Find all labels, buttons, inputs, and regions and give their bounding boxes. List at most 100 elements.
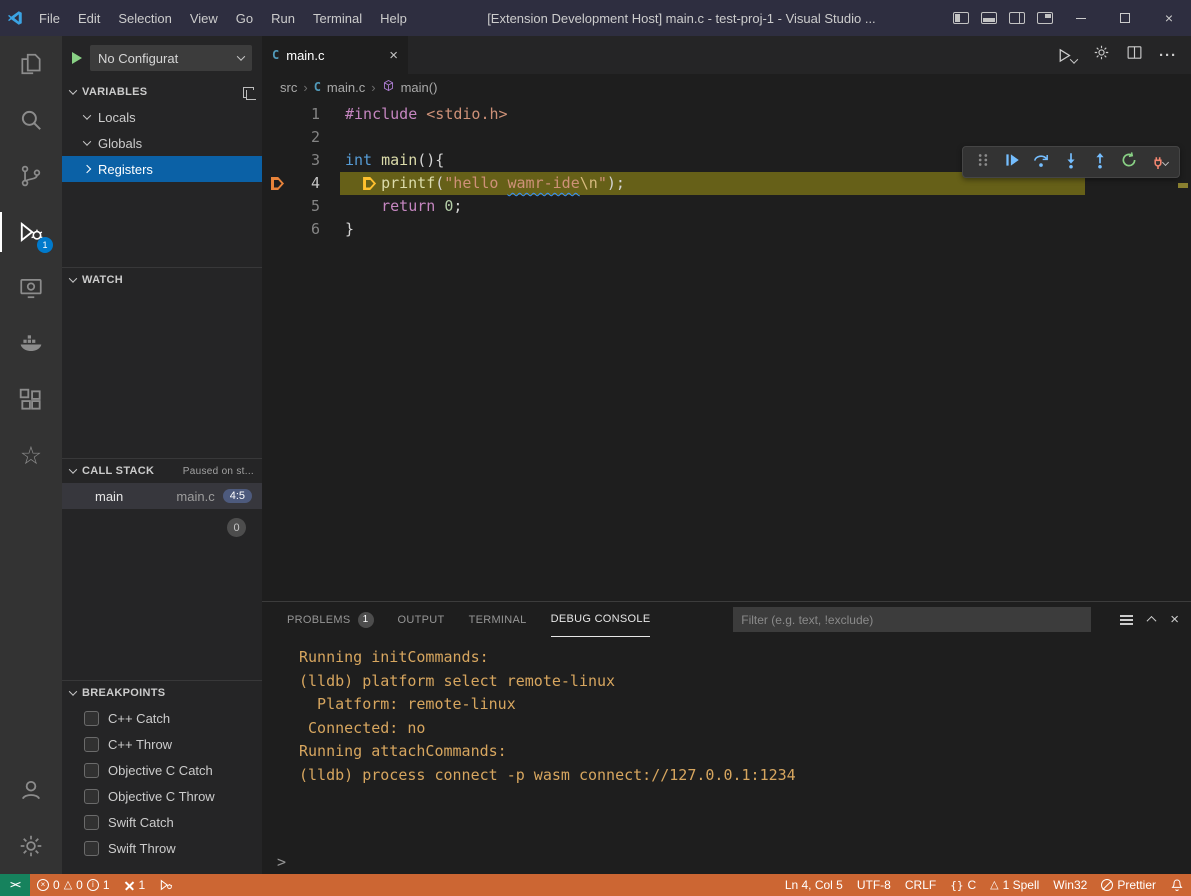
tab-debug-console[interactable]: DEBUG CONSOLE	[551, 602, 651, 637]
encoding-indicator[interactable]: UTF-8	[850, 874, 898, 896]
tab-output[interactable]: OUTPUT	[398, 602, 445, 637]
menu-run[interactable]: Run	[262, 0, 304, 36]
checkbox[interactable]	[84, 763, 99, 778]
settings-gear-icon[interactable]	[0, 818, 62, 874]
code-editor[interactable]: 1 #include <stdio.h> 2 3 int main(){	[262, 100, 1191, 601]
problems-count-badge: 1	[358, 612, 374, 628]
collapse-all-icon[interactable]	[243, 87, 254, 98]
stack-frame-row[interactable]: main main.c 4:5	[62, 483, 262, 509]
breakpoint-margin[interactable]	[262, 126, 292, 149]
menu-terminal[interactable]: Terminal	[304, 0, 371, 36]
debug-session-indicator[interactable]	[152, 874, 180, 896]
breakpoint-row[interactable]: Swift Throw	[62, 835, 262, 861]
checkbox[interactable]	[84, 815, 99, 830]
watch-title: WATCH	[82, 274, 123, 286]
breakpoint-label: Objective C Throw	[108, 789, 215, 804]
toggle-secondary-sidebar-icon[interactable]	[1009, 12, 1025, 24]
breakpoint-row[interactable]: C++ Catch	[62, 705, 262, 731]
variables-item-locals[interactable]: Locals	[62, 104, 262, 130]
menu-help[interactable]: Help	[371, 0, 416, 36]
checkbox[interactable]	[84, 737, 99, 752]
activity-bar-spacer	[0, 484, 62, 762]
close-button[interactable]: ×	[1147, 0, 1191, 36]
call-stack-header[interactable]: CALL STACK Paused on st...	[62, 459, 262, 483]
menu-go[interactable]: Go	[227, 0, 262, 36]
launch-config-dropdown[interactable]: No Configurat	[90, 45, 252, 71]
step-out-icon[interactable]	[1091, 151, 1109, 174]
variables-header[interactable]: VARIABLES	[62, 80, 262, 104]
platform-indicator[interactable]: Win32	[1046, 874, 1094, 896]
clear-console-icon[interactable]	[1120, 619, 1133, 621]
search-icon[interactable]	[0, 92, 62, 148]
continue-icon[interactable]	[1003, 151, 1021, 174]
breadcrumb-symbol[interactable]: main()	[401, 80, 438, 95]
eol-indicator[interactable]: CRLF	[898, 874, 943, 896]
remote-explorer-icon[interactable]	[0, 260, 62, 316]
marketplace-star-icon[interactable]: ☆	[0, 428, 62, 484]
breakpoint-row[interactable]: Objective C Catch	[62, 757, 262, 783]
tab-problems[interactable]: PROBLEMS1	[287, 602, 374, 637]
menu-view[interactable]: View	[181, 0, 227, 36]
debug-console-output[interactable]: Running initCommands: (lldb) platform se…	[262, 637, 1191, 849]
run-or-debug-icon[interactable]	[1056, 47, 1077, 64]
breakpoint-margin[interactable]	[262, 149, 292, 172]
docker-icon[interactable]	[0, 316, 62, 372]
spell-checker-status[interactable]: △1 Spell	[983, 874, 1046, 896]
checkbox[interactable]	[84, 841, 99, 856]
session-badge: 0	[227, 518, 246, 537]
run-settings-gear-icon[interactable]	[1093, 44, 1110, 66]
maximize-button[interactable]	[1103, 0, 1147, 36]
breakpoint-row[interactable]: Swift Catch	[62, 809, 262, 835]
account-icon[interactable]	[0, 762, 62, 818]
breakpoint-margin[interactable]	[262, 103, 292, 126]
breakpoint-row[interactable]: Objective C Throw	[62, 783, 262, 809]
chevron-down-icon	[237, 52, 245, 60]
breadcrumb-file[interactable]: main.c	[327, 80, 365, 95]
more-actions-icon[interactable]: ···	[1159, 47, 1177, 64]
minimize-button[interactable]	[1059, 0, 1103, 36]
notifications-bell[interactable]	[1163, 874, 1191, 896]
disconnect-icon[interactable]	[1149, 153, 1168, 171]
step-over-icon[interactable]	[1032, 151, 1050, 174]
tab-main-c[interactable]: C main.c ×	[262, 36, 408, 74]
console-filter-input[interactable]	[733, 607, 1091, 632]
variables-item-registers[interactable]: Registers	[62, 156, 262, 182]
customize-layout-icon[interactable]	[1037, 12, 1053, 24]
toggle-sidebar-icon[interactable]	[953, 12, 969, 24]
restart-icon[interactable]	[1120, 151, 1138, 174]
close-panel-icon[interactable]: ×	[1170, 611, 1179, 628]
toggle-panel-icon[interactable]	[981, 12, 997, 24]
console-input-row[interactable]: >	[262, 849, 1191, 874]
step-into-icon[interactable]	[1062, 151, 1080, 174]
menu-edit[interactable]: Edit	[69, 0, 109, 36]
checkbox[interactable]	[84, 711, 99, 726]
breakpoints-header[interactable]: BREAKPOINTS	[62, 681, 262, 705]
cursor-position[interactable]: Ln 4, Col 5	[778, 874, 850, 896]
breakpoint-row[interactable]: C++ Throw	[62, 731, 262, 757]
toolbar-grip-icon[interactable]	[974, 151, 992, 174]
formatter-status[interactable]: Prettier	[1094, 874, 1163, 896]
maximize-panel-icon[interactable]	[1147, 616, 1157, 626]
tab-close-icon[interactable]: ×	[389, 47, 398, 64]
frame-name: main	[95, 489, 123, 504]
explorer-icon[interactable]	[0, 36, 62, 92]
breakpoint-margin[interactable]	[262, 218, 292, 241]
language-mode[interactable]: {}C	[943, 874, 983, 896]
extensions-icon[interactable]	[0, 372, 62, 428]
breakpoint-margin[interactable]	[262, 172, 292, 195]
checkbox[interactable]	[84, 789, 99, 804]
tab-terminal[interactable]: TERMINAL	[469, 602, 527, 637]
breadcrumb-folder[interactable]: src	[280, 80, 297, 95]
variables-item-globals[interactable]: Globals	[62, 130, 262, 156]
menu-selection[interactable]: Selection	[109, 0, 180, 36]
source-control-icon[interactable]	[0, 148, 62, 204]
menu-file[interactable]: File	[30, 0, 69, 36]
breakpoint-margin[interactable]	[262, 195, 292, 218]
split-editor-icon[interactable]	[1126, 44, 1143, 66]
tasks-indicator[interactable]: 1	[117, 874, 153, 896]
problems-indicator[interactable]: ×0 △0 i1	[30, 874, 117, 896]
run-and-debug-icon[interactable]: 1	[0, 204, 62, 260]
watch-header[interactable]: WATCH	[62, 268, 262, 292]
start-debug-icon[interactable]	[72, 52, 82, 64]
remote-indicator[interactable]: ><	[0, 874, 30, 896]
